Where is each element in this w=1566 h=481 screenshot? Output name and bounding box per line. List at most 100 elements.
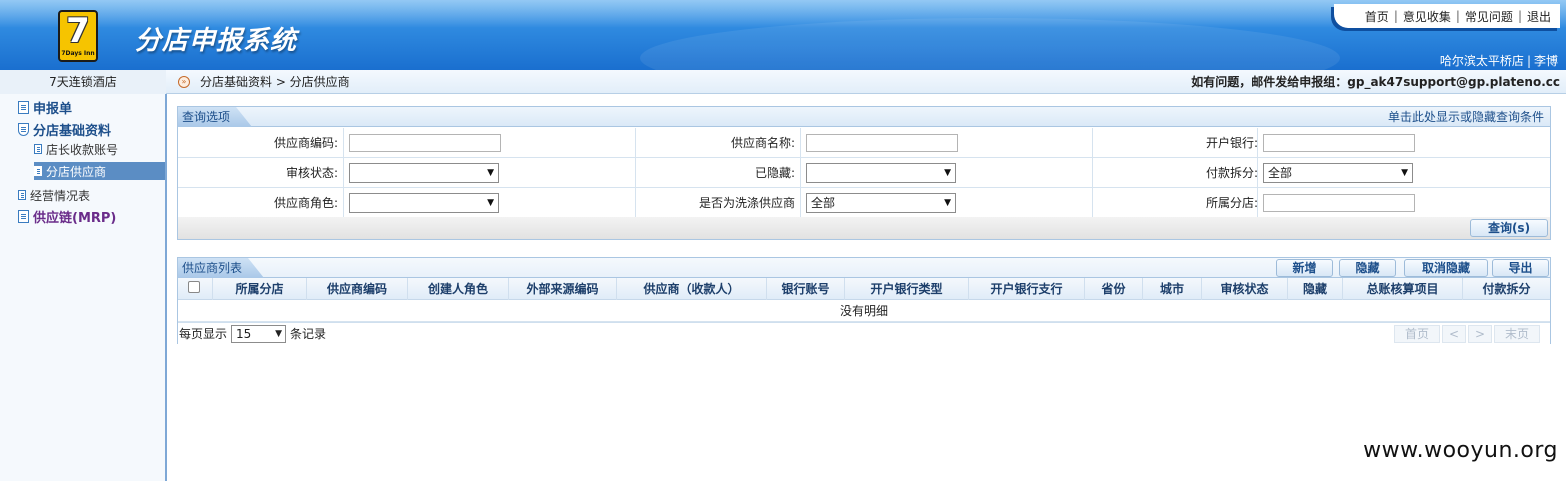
system-title: 分店申报系统 bbox=[135, 26, 298, 56]
breadcrumb-arrow-icon: » bbox=[178, 76, 190, 88]
branch-input[interactable] bbox=[1263, 194, 1415, 212]
logo-number: 7 bbox=[66, 11, 90, 51]
laundry-supplier-label: 是否为洗涤供应商 bbox=[698, 196, 795, 210]
column-header[interactable]: 创建人角色 bbox=[408, 278, 509, 300]
query-row: 供应商角色: ▼ 是否为洗涤供应商 全部 ▼ 所属分店: bbox=[178, 188, 1550, 218]
cell-divider bbox=[1257, 158, 1258, 188]
query-row: 供应商编码: 供应商名称: 开户银行: bbox=[178, 128, 1550, 158]
column-header[interactable]: 开户银行类型 bbox=[845, 278, 969, 300]
page-size-select[interactable]: 15 ▼ bbox=[231, 325, 286, 343]
dropdown-arrow-icon: ▼ bbox=[275, 329, 282, 339]
select-all-checkbox[interactable] bbox=[188, 281, 200, 293]
sidebar-item-operations[interactable]: 经营情况表 bbox=[18, 186, 90, 204]
column-header[interactable]: 所属分店 bbox=[213, 278, 307, 300]
supplier-role-label: 供应商角色: bbox=[273, 196, 338, 210]
empty-table-message: 没有明细 bbox=[178, 301, 1550, 322]
column-header[interactable]: 供应商编码 bbox=[307, 278, 408, 300]
prev-page-button[interactable]: < bbox=[1442, 325, 1466, 343]
supplier-code-input[interactable] bbox=[349, 134, 501, 152]
document-icon bbox=[34, 166, 42, 176]
column-header[interactable]: 隐藏 bbox=[1288, 278, 1343, 300]
supplier-code-label: 供应商编码: bbox=[273, 136, 338, 150]
dropdown-arrow-icon: ▼ bbox=[944, 168, 951, 178]
table-header: 所属分店 供应商编码 创建人角色 外部来源编码 供应商（收款人） 银行账号 开户… bbox=[178, 278, 1550, 300]
sidebar-item-label: 申报单 bbox=[33, 101, 73, 117]
pager: 每页显示 15 ▼ 条记录 首页 < > 末页 bbox=[178, 322, 1550, 344]
dropdown-arrow-icon: ▼ bbox=[487, 168, 494, 178]
sidebar-item-report[interactable]: 申报单 bbox=[18, 98, 73, 117]
search-button[interactable]: 查询(s) bbox=[1470, 219, 1548, 237]
select-value: 全部 bbox=[811, 196, 836, 210]
sidebar-item-label: 分店基础资料 bbox=[33, 123, 112, 139]
audit-status-select[interactable]: ▼ bbox=[349, 163, 499, 183]
laundry-supplier-select[interactable]: 全部 ▼ bbox=[806, 193, 956, 213]
shield-icon bbox=[18, 122, 29, 136]
sidebar-item-branch-supplier[interactable]: 分店供应商 bbox=[34, 162, 165, 180]
supplier-role-select[interactable]: ▼ bbox=[349, 193, 499, 213]
user-separator: | bbox=[1526, 54, 1531, 68]
toggle-query-link[interactable]: 单击此处显示或隐藏查询条件 bbox=[1388, 107, 1544, 127]
export-button[interactable]: 导出 bbox=[1492, 259, 1549, 277]
column-header[interactable]: 总账核算项目 bbox=[1343, 278, 1463, 300]
records-label: 条记录 bbox=[290, 327, 327, 341]
dropdown-arrow-icon: ▼ bbox=[944, 198, 951, 208]
sidebar-item-mrp[interactable]: 供应链(MRP) bbox=[18, 207, 117, 226]
cell-divider bbox=[343, 188, 344, 218]
query-row: 审核状态: ▼ 已隐藏: ▼ 付款拆分: 全部 ▼ bbox=[178, 158, 1550, 188]
hidden-label: 已隐藏: bbox=[754, 166, 795, 180]
cell-divider bbox=[343, 158, 344, 188]
brand-logo: 7 7Days Inn bbox=[58, 10, 98, 62]
cell-divider bbox=[800, 128, 801, 158]
sidebar-item-label: 店长收款账号 bbox=[46, 142, 119, 157]
add-button[interactable]: 新增 bbox=[1276, 259, 1333, 277]
page-size-value: 15 bbox=[236, 327, 252, 341]
nav-faq-link[interactable]: 常见问题 bbox=[1460, 8, 1518, 25]
sidebar-item-branch-basics[interactable]: 分店基础资料 bbox=[18, 120, 112, 139]
column-header[interactable]: 开户银行支行 bbox=[969, 278, 1085, 300]
query-panel-title: 查询选项 bbox=[178, 107, 252, 127]
cell-divider bbox=[343, 128, 344, 158]
query-panel-header: 查询选项 单击此处显示或隐藏查询条件 bbox=[178, 107, 1550, 127]
sidebar-item-manager-account[interactable]: 店长收款账号 bbox=[34, 140, 118, 158]
hidden-select[interactable]: ▼ bbox=[806, 163, 956, 183]
column-header[interactable]: 省份 bbox=[1085, 278, 1143, 300]
nav-feedback-link[interactable]: 意见收集 bbox=[1398, 8, 1456, 25]
column-header[interactable]: 供应商（收款人） bbox=[617, 278, 767, 300]
bank-input[interactable] bbox=[1263, 134, 1415, 152]
sub-bar: 7天连锁酒店 » 分店基础资料 > 分店供应商 如有问题，邮件发给申报组：gp_… bbox=[0, 70, 1566, 94]
supplier-name-label: 供应商名称: bbox=[730, 136, 795, 150]
last-page-button[interactable]: 末页 bbox=[1494, 325, 1540, 343]
supplier-name-input[interactable] bbox=[806, 134, 958, 152]
hide-button[interactable]: 隐藏 bbox=[1339, 259, 1396, 277]
column-header[interactable]: 付款拆分 bbox=[1463, 278, 1550, 300]
sidebar-item-label: 分店供应商 bbox=[46, 164, 107, 179]
branch-label: 所属分店: bbox=[1205, 196, 1258, 210]
select-value: 全部 bbox=[1268, 166, 1293, 180]
hotel-name: 7天连锁酒店 bbox=[0, 70, 166, 94]
breadcrumb: 分店基础资料 > 分店供应商 bbox=[200, 75, 350, 89]
cell-divider bbox=[1257, 128, 1258, 158]
user-name: 李博 bbox=[1533, 54, 1558, 68]
per-page-label: 每页显示 bbox=[179, 327, 228, 341]
column-header[interactable]: 外部来源编码 bbox=[509, 278, 617, 300]
supplier-list-panel: 供应商列表 新增 隐藏 取消隐藏 导出 所属分店 供应商编码 创建人角色 外部来… bbox=[177, 257, 1551, 344]
payment-split-select[interactable]: 全部 ▼ bbox=[1263, 163, 1413, 183]
bank-label: 开户银行: bbox=[1205, 136, 1258, 150]
sidebar-item-label: 供应链(MRP) bbox=[33, 210, 117, 226]
list-panel-header: 供应商列表 新增 隐藏 取消隐藏 导出 bbox=[178, 258, 1550, 278]
next-page-button[interactable]: > bbox=[1468, 325, 1492, 343]
list-panel-title: 供应商列表 bbox=[178, 258, 264, 278]
column-header[interactable]: 城市 bbox=[1143, 278, 1202, 300]
cell-divider bbox=[800, 158, 801, 188]
document-icon bbox=[34, 144, 42, 154]
query-footer: 查询(s) bbox=[178, 217, 1550, 239]
app-header: 7 7Days Inn 分店申报系统 首页 | 意见收集 | 常见问题 | 退出… bbox=[0, 0, 1566, 70]
unhide-button[interactable]: 取消隐藏 bbox=[1404, 259, 1488, 277]
document-icon bbox=[18, 190, 26, 200]
nav-home-link[interactable]: 首页 bbox=[1360, 8, 1394, 25]
column-header[interactable]: 银行账号 bbox=[767, 278, 845, 300]
user-info: 哈尔滨太平桥店 | 李博 bbox=[1440, 52, 1558, 69]
nav-logout-link[interactable]: 退出 bbox=[1522, 8, 1556, 25]
first-page-button[interactable]: 首页 bbox=[1394, 325, 1440, 343]
column-header[interactable]: 审核状态 bbox=[1202, 278, 1288, 300]
